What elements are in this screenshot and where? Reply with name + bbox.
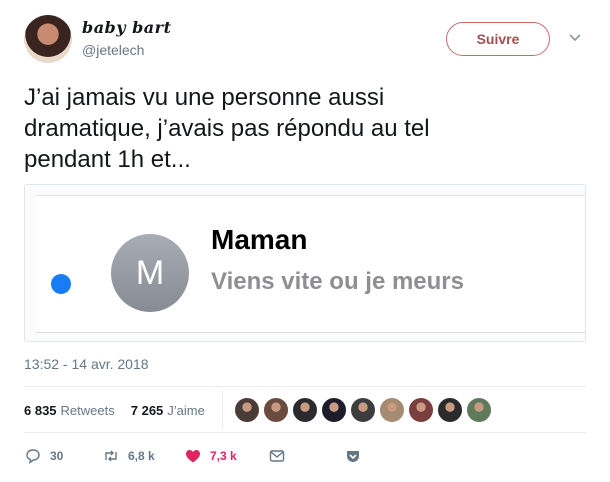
retweets-count[interactable]: 6 835 (24, 403, 57, 418)
liker-avatar[interactable] (321, 397, 347, 423)
liker-avatar[interactable] (379, 397, 405, 423)
reply-icon (26, 449, 40, 465)
contact-name: Maman (211, 224, 308, 255)
envelope-icon (269, 450, 285, 462)
liker-avatar[interactable] (466, 397, 492, 423)
likers-avatars[interactable] (234, 397, 495, 423)
liker-avatar[interactable] (292, 397, 318, 423)
retweet-button[interactable]: 6,8 k (102, 447, 184, 465)
user-handle[interactable]: @jetelech (82, 42, 144, 58)
tweet-image[interactable]: M Maman Viens vite ou je meurs (24, 184, 586, 342)
heart-icon (186, 450, 200, 463)
message-preview-card: M Maman Viens vite ou je meurs (35, 195, 585, 333)
liker-avatar[interactable] (234, 397, 260, 423)
retweets-label[interactable]: Retweets (61, 403, 115, 418)
avatar[interactable] (24, 15, 72, 63)
tweet-text: J’ai jamais vu une personne aussi dramat… (24, 84, 430, 173)
pocket-icon (347, 451, 359, 462)
reply-count: 30 (50, 449, 64, 463)
divider (24, 386, 586, 387)
likes-label[interactable]: J’aime (167, 403, 205, 418)
liker-avatar[interactable] (350, 397, 376, 423)
unread-indicator (51, 274, 71, 294)
message-preview-text: Viens vite ou je meurs (211, 268, 464, 295)
liker-avatar[interactable] (408, 397, 434, 423)
divider (222, 390, 223, 430)
direct-message-button[interactable] (268, 447, 344, 465)
tweet-timestamp[interactable]: 13:52 - 14 avr. 2018 (24, 356, 149, 372)
display-name[interactable]: baby bart (82, 18, 171, 37)
tweet-stats: 6 835 Retweets 7 265 J’aime (24, 400, 205, 420)
like-button[interactable]: 7,3 k (184, 447, 268, 465)
retweet-icon (105, 450, 117, 462)
retweet-count: 6,8 k (128, 449, 155, 463)
like-count: 7,3 k (210, 449, 237, 463)
reply-button[interactable]: 30 (24, 447, 102, 465)
contact-avatar: M (111, 234, 189, 312)
divider (24, 432, 586, 433)
tweet: baby bart @jetelech Suivre J’ai jamais v… (0, 0, 610, 482)
save-to-pocket-button[interactable] (344, 447, 370, 465)
follow-button[interactable]: Suivre (446, 22, 550, 56)
liker-avatar[interactable] (263, 397, 289, 423)
tweet-actions: 30 6,8 k 7,3 k (24, 446, 370, 466)
likes-count[interactable]: 7 265 (131, 403, 164, 418)
chevron-down-icon[interactable] (568, 30, 582, 44)
liker-avatar[interactable] (437, 397, 463, 423)
